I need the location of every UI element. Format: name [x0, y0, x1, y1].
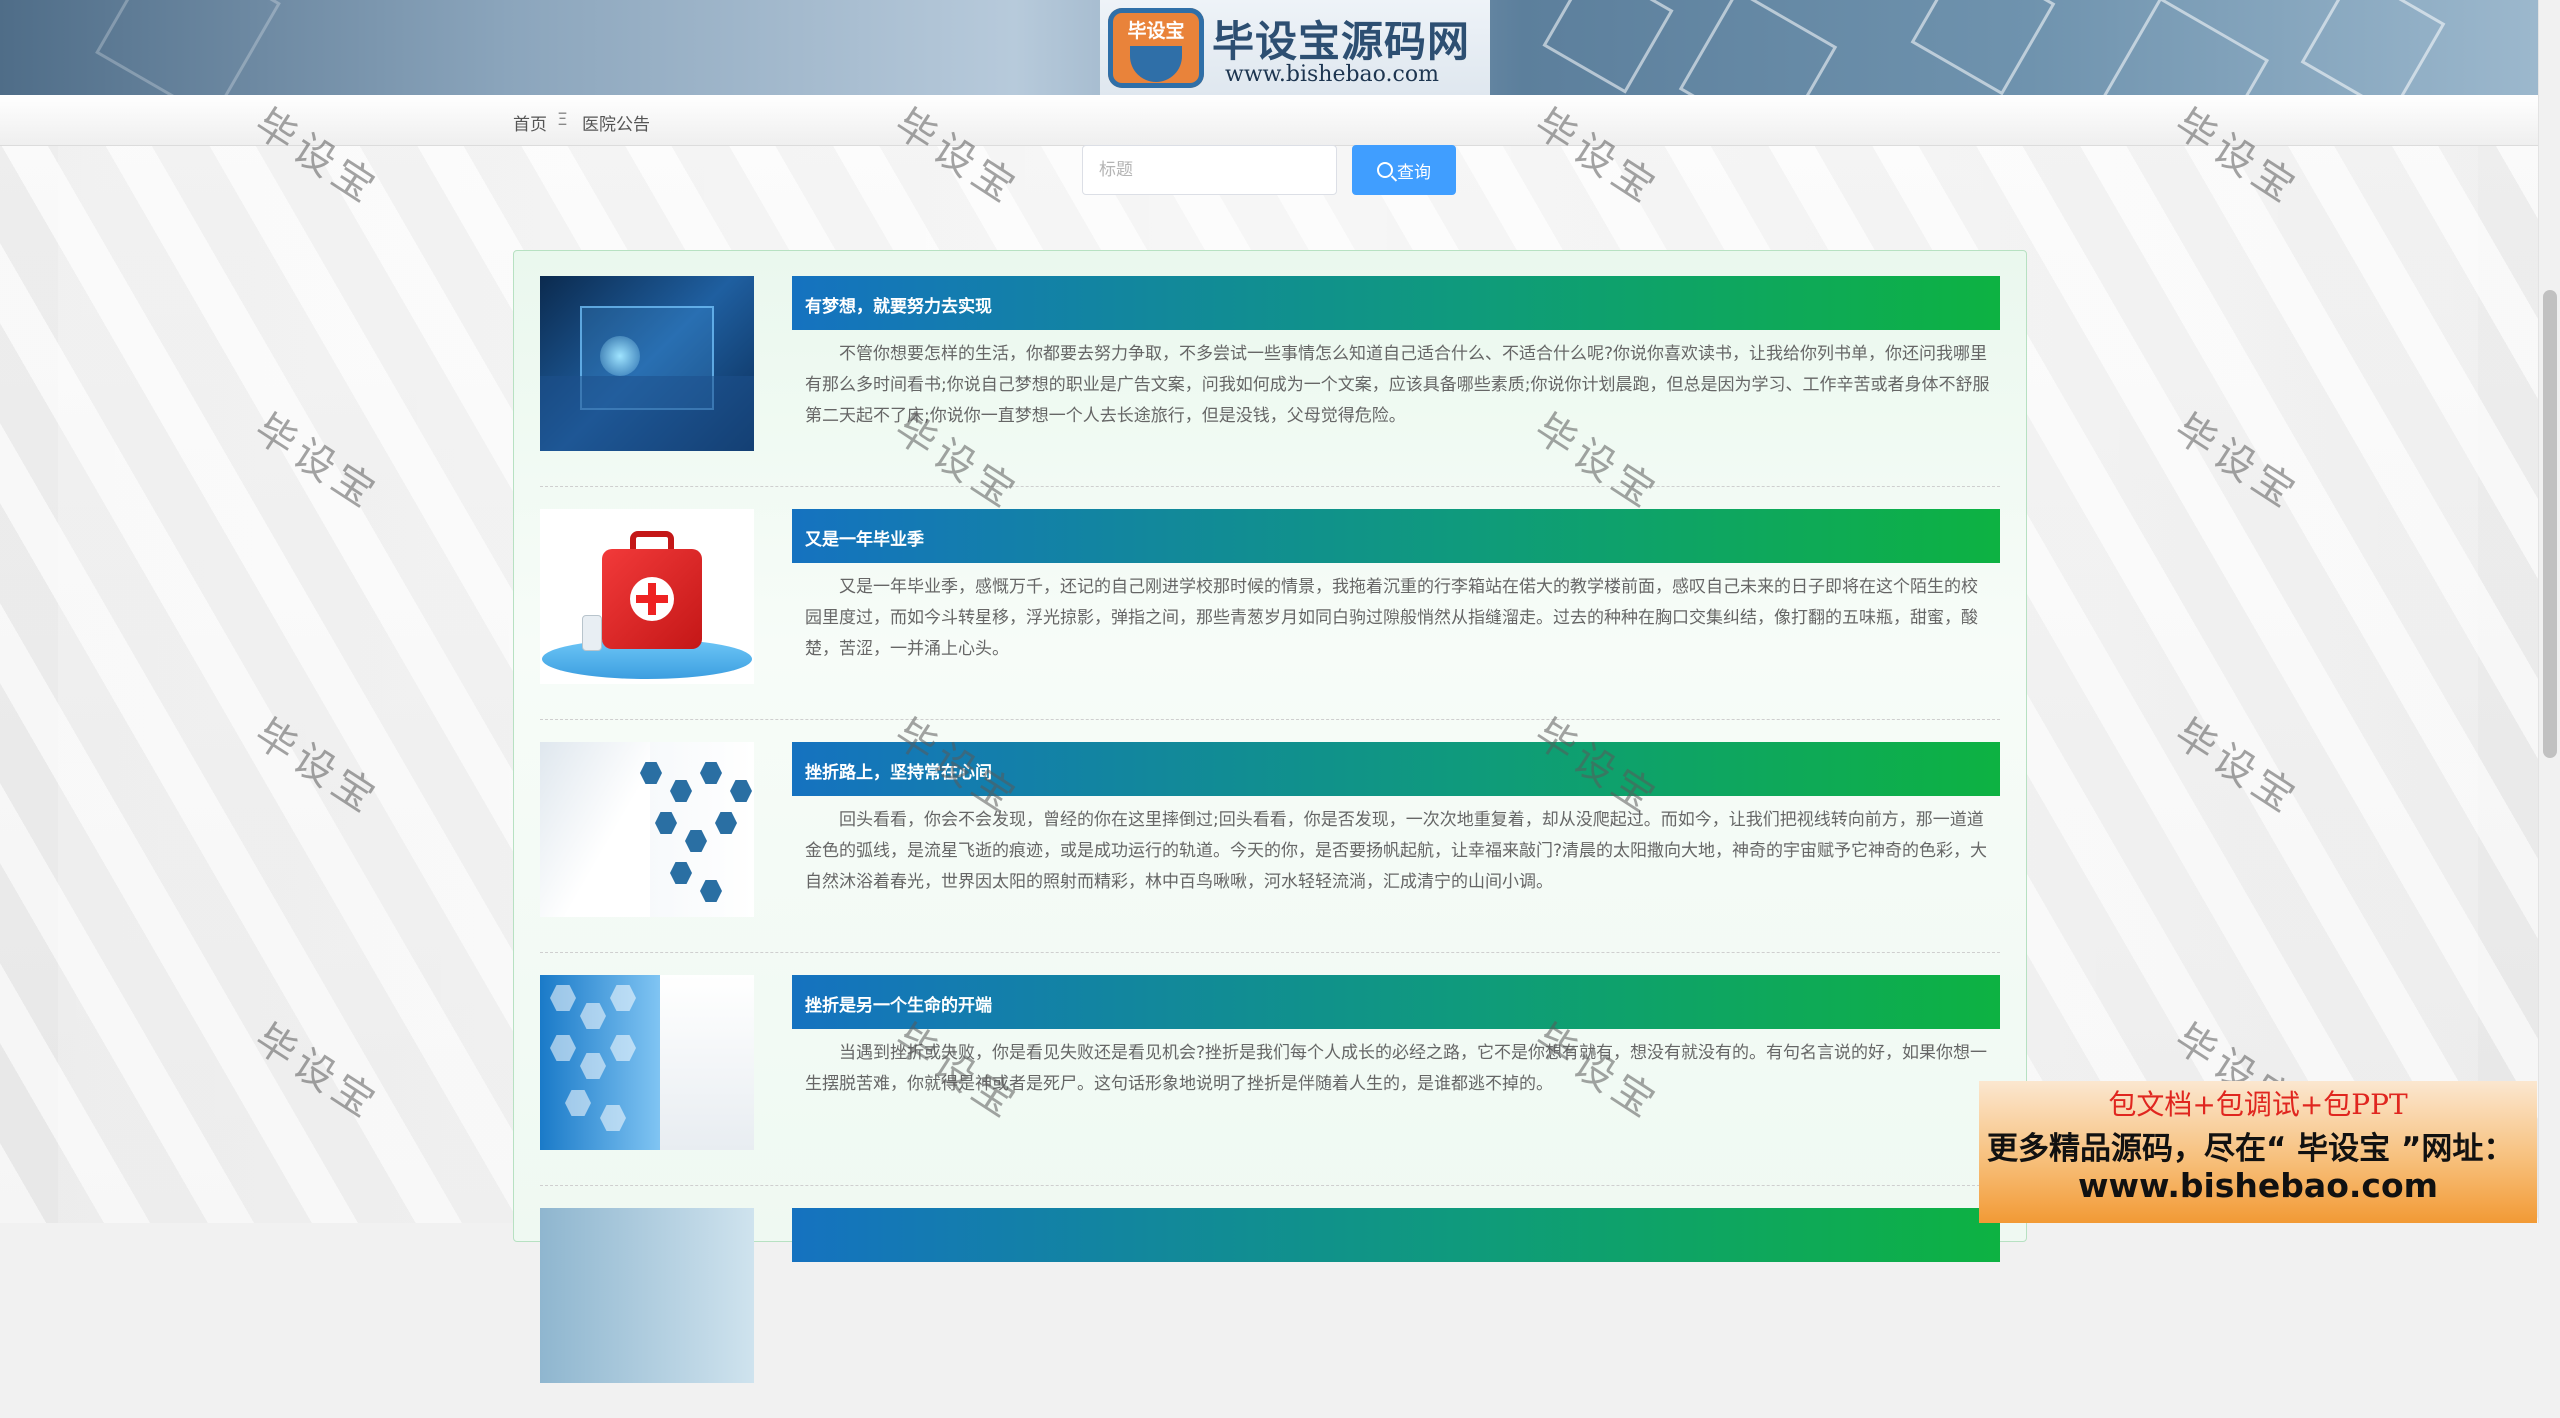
breadcrumb-home-link[interactable]: 首页	[513, 110, 547, 135]
search-icon	[1377, 162, 1393, 178]
scrollbar-thumb[interactable]	[2543, 290, 2557, 758]
notice-item[interactable]: 有梦想，就要努力去实现 不管你想要怎样的生活，你都要去努力争取，不多尝试一些事情…	[540, 276, 2000, 487]
notice-item[interactable]: 又是一年毕业季 又是一年毕业季，感慨万千，还记的自己刚进学校那时候的情景，我拖着…	[540, 509, 2000, 720]
notice-thumbnail[interactable]	[540, 742, 754, 917]
notice-item-partial[interactable]	[540, 1208, 2000, 1418]
notice-summary: 不管你想要怎样的生活，你都要去努力争取，不多尝试一些事情怎么知道自己适合什么、不…	[805, 344, 1990, 426]
notice-title[interactable]: 挫折路上，坚持常在心间	[792, 742, 2000, 796]
notice-title[interactable]: 又是一年毕业季	[792, 509, 2000, 563]
logo-url: www.bishebao.com	[1225, 62, 1439, 87]
breadcrumb-separator: Ξ	[557, 110, 568, 130]
breadcrumb: 首页 Ξ 医院公告	[0, 95, 2538, 146]
notice-thumbnail[interactable]	[540, 975, 754, 1150]
notice-thumbnail[interactable]	[540, 1208, 754, 1383]
notice-summary: 回头看看，你会不会发现，曾经的你在这里摔倒过;回头看看，你是否发现，一次次地重复…	[805, 810, 1988, 892]
notice-thumbnail[interactable]	[540, 509, 754, 684]
logo-title: 毕设宝源码网	[1212, 17, 1471, 66]
search-button[interactable]: 查询	[1352, 145, 1456, 195]
promo-url[interactable]: www.bishebao.com	[1979, 1166, 2537, 1205]
notice-list: 有梦想，就要努力去实现 不管你想要怎样的生活，你都要去努力争取，不多尝试一些事情…	[513, 250, 2027, 1383]
notice-item[interactable]: 挫折路上，坚持常在心间 回头看看，你会不会发现，曾经的你在这里摔倒过;回头看看，…	[540, 742, 2000, 953]
page-scrollbar[interactable]	[2538, 0, 2560, 1223]
title-search-input[interactable]	[1082, 145, 1337, 195]
notice-summary: 当遇到挫折或失败，你是看见失败还是看见机会?挫折是我们每个人成长的必经之路，它不…	[805, 1043, 1988, 1094]
site-logo[interactable]: 毕设宝 毕设宝源码网 www.bishebao.com	[1100, 0, 1490, 95]
breadcrumb-current: 医院公告	[582, 115, 650, 135]
logo-badge-icon: 毕设宝	[1108, 8, 1204, 88]
promo-message: 更多精品源码，尽在“ 毕设宝 ”网址：	[1987, 1131, 2515, 1167]
header-banner: 毕设宝 毕设宝源码网 www.bishebao.com	[0, 0, 2538, 95]
notice-item[interactable]: 挫折是另一个生命的开端 当遇到挫折或失败，你是看见失败还是看见机会?挫折是我们每…	[540, 975, 2000, 1186]
notice-thumbnail[interactable]	[540, 276, 754, 451]
promo-services: 包文档+包调试+包PPT	[2108, 1088, 2408, 1121]
search-button-label: 查询	[1397, 162, 1431, 183]
notice-summary: 又是一年毕业季，感慨万千，还记的自己刚进学校那时候的情景，我拖着沉重的行李箱站在…	[805, 577, 1978, 659]
notice-title-partial[interactable]	[792, 1208, 2000, 1262]
notice-title[interactable]: 挫折是另一个生命的开端	[792, 975, 2000, 1029]
promo-banner[interactable]: 包文档+包调试+包PPT 更多精品源码，尽在“ 毕设宝 ”网址： www.bis…	[1979, 1081, 2537, 1223]
notice-title[interactable]: 有梦想，就要努力去实现	[792, 276, 2000, 330]
